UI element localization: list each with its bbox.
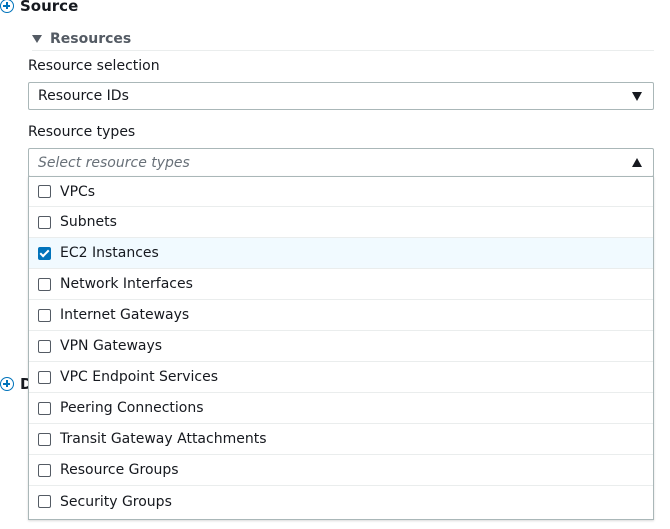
checkbox-icon[interactable] (38, 432, 51, 446)
dropdown-arrow-icon (632, 91, 642, 101)
expand-plus-icon[interactable] (0, 0, 14, 13)
checkbox-icon[interactable] (38, 215, 51, 229)
resource-selection-select[interactable]: Resource IDs (28, 82, 654, 110)
resource-type-option-label: Transit Gateway Attachments (60, 431, 267, 447)
resource-types-dropdown-list: VPCs Subnets EC2 Instances Network Interfac… (28, 176, 654, 520)
resource-selection-value: Resource IDs (38, 88, 129, 104)
checkbox-icon[interactable] (38, 277, 51, 291)
caret-down-icon (32, 35, 42, 43)
resource-type-option[interactable]: VPCs (29, 176, 653, 207)
resource-type-option-label: Network Interfaces (60, 276, 193, 292)
resource-type-option-label: VPC Endpoint Services (60, 369, 219, 385)
checkbox-icon[interactable] (38, 495, 51, 508)
resource-selection-label: Resource selection (28, 58, 160, 74)
resource-type-option[interactable]: Resource Groups (29, 455, 653, 486)
resource-type-option-label: EC2 Instances (60, 245, 159, 261)
expand-plus-icon[interactable] (0, 377, 14, 391)
dropdown-arrow-up-icon (632, 158, 642, 167)
page: Source D Resources Resource selection Re… (0, 0, 670, 529)
source-section-title: Source (20, 0, 79, 15)
resource-type-option-label: VPCs (60, 183, 96, 200)
resource-type-option-label: Subnets (60, 214, 117, 230)
resource-type-option-label: Internet Gateways (60, 307, 190, 323)
checkbox-icon[interactable] (38, 339, 51, 353)
checkbox-checked-icon[interactable] (38, 246, 51, 260)
resource-types-select[interactable]: Select resource types (28, 148, 654, 177)
checkbox-icon[interactable] (38, 401, 51, 415)
resource-type-option-label: VPN Gateways (60, 338, 163, 354)
resource-type-option[interactable]: Transit Gateway Attachments (29, 424, 653, 455)
resource-type-option[interactable]: VPC Endpoint Services (29, 362, 653, 393)
resource-type-option[interactable]: Network Interfaces (29, 269, 653, 300)
resource-type-option-label: Security Groups (60, 493, 172, 510)
resource-type-option-label: Peering Connections (60, 400, 204, 416)
resource-type-option[interactable]: EC2 Instances (29, 238, 653, 269)
resource-type-option-label: Resource Groups (60, 462, 179, 478)
checkbox-icon[interactable] (38, 185, 51, 198)
resource-types-label: Resource types (28, 124, 136, 140)
resource-types-placeholder: Select resource types (38, 154, 190, 171)
checkbox-icon[interactable] (38, 463, 51, 477)
checkbox-icon[interactable] (38, 308, 51, 322)
source-section-header[interactable]: Source (0, 0, 78, 17)
resources-expander-label: Resources (50, 31, 132, 47)
resource-type-option[interactable]: Internet Gateways (29, 300, 653, 331)
resource-type-option[interactable]: Peering Connections (29, 393, 653, 424)
resource-type-option[interactable]: Security Groups (29, 486, 653, 517)
resource-type-option[interactable]: Subnets (29, 207, 653, 238)
resources-expander[interactable]: Resources (32, 28, 654, 51)
checkbox-icon[interactable] (38, 370, 51, 384)
resource-type-option[interactable]: VPN Gateways (29, 331, 653, 362)
